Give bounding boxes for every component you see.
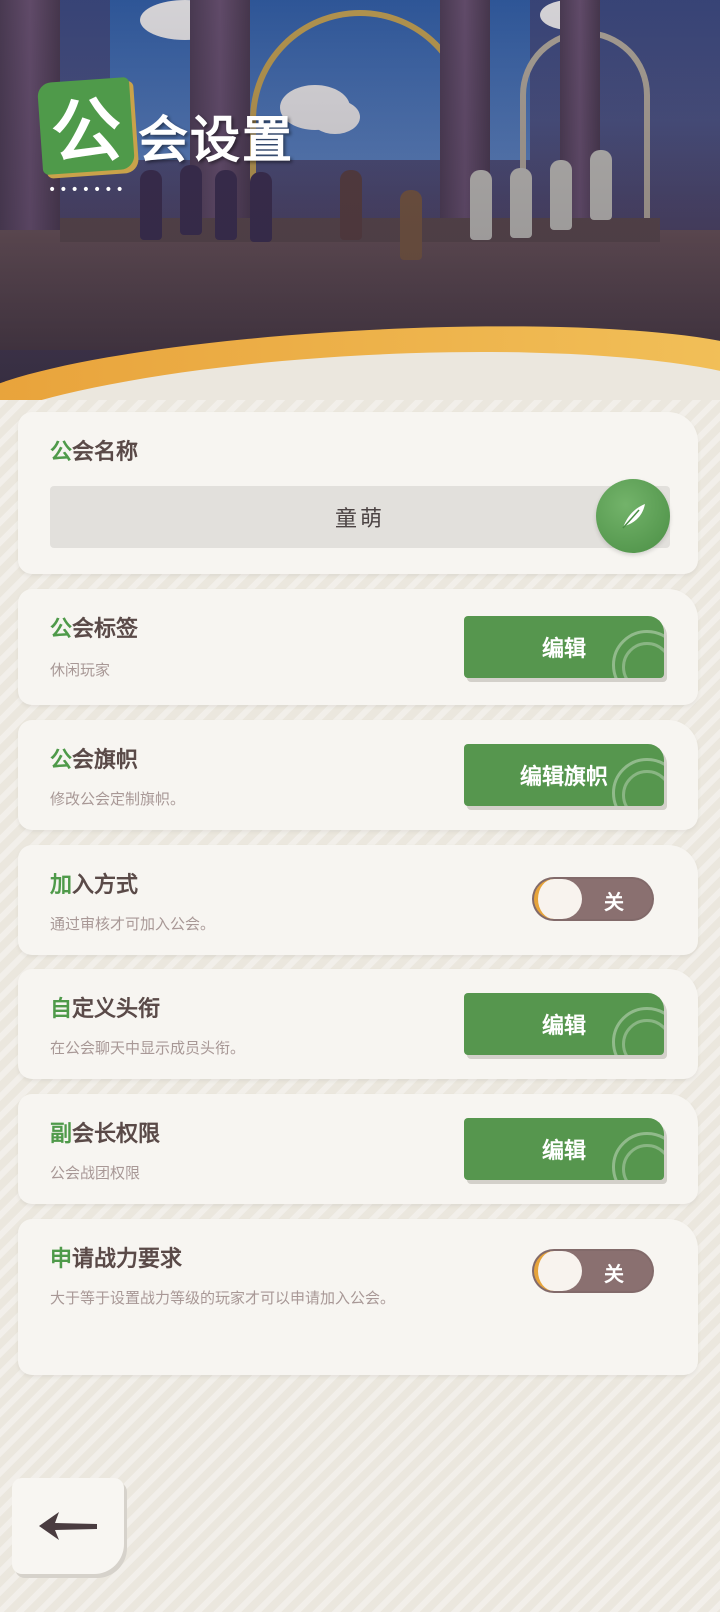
card-title: 申请战力要求 xyxy=(50,1247,183,1272)
guild-name-card: 公会名称 童萌 xyxy=(18,412,698,574)
edit-custom-title-button[interactable]: 编辑 xyxy=(464,993,664,1055)
edit-name-button[interactable] xyxy=(596,479,670,553)
back-arrow-icon xyxy=(39,1512,97,1540)
join-mode-toggle[interactable]: 关 xyxy=(532,877,654,921)
toggle-label: 关 xyxy=(604,890,624,914)
toggle-knob xyxy=(534,879,582,919)
custom-title-card: 自定义头衔 在公会聊天中显示成员头衔。 编辑 xyxy=(18,969,698,1079)
card-desc: 大于等于设置战力等级的玩家才可以申请加入公会。 xyxy=(50,1289,396,1307)
card-title: 公会旗帜 xyxy=(50,748,139,773)
card-desc: 休闲玩家 xyxy=(50,661,111,679)
edit-tag-button[interactable]: 编辑 xyxy=(464,616,664,678)
join-mode-card: 加入方式 通过审核才可加入公会。 关 xyxy=(18,845,698,955)
card-title: 副会长权限 xyxy=(50,1122,161,1147)
guild-banner-card: 公会旗帜 修改公会定制旗帜。 编辑旗帜 xyxy=(18,720,698,830)
page-title: 会设置 xyxy=(138,111,294,169)
title-first-char: 公 xyxy=(48,88,125,175)
guild-tag-card: 公会标签 休闲玩家 编辑 xyxy=(18,589,698,705)
edit-banner-button[interactable]: 编辑旗帜 xyxy=(464,744,664,806)
guild-name-field[interactable]: 童萌 xyxy=(50,486,670,548)
header-banner: 公 会设置 ••••••• xyxy=(0,0,720,400)
card-title: 公会标签 xyxy=(50,617,139,642)
toggle-label: 关 xyxy=(604,1262,624,1286)
title-badge: 公 xyxy=(36,76,136,176)
vice-permissions-card: 副会长权限 公会战团权限 编辑 xyxy=(18,1094,698,1204)
edit-vice-permissions-button[interactable]: 编辑 xyxy=(464,1118,664,1180)
card-desc: 公会战团权限 xyxy=(50,1164,141,1182)
card-desc: 在公会聊天中显示成员头衔。 xyxy=(50,1039,246,1057)
card-desc: 修改公会定制旗帜。 xyxy=(50,790,186,808)
title-dots: ••••••• xyxy=(48,182,127,198)
card-title: 加入方式 xyxy=(50,873,139,898)
power-requirement-toggle[interactable]: 关 xyxy=(532,1249,654,1293)
card-title: 公会名称 xyxy=(50,440,139,465)
toggle-knob xyxy=(534,1251,582,1291)
back-button[interactable] xyxy=(12,1478,124,1574)
card-desc: 通过审核才可加入公会。 xyxy=(50,915,216,933)
card-title: 自定义头衔 xyxy=(50,997,161,1022)
feather-icon xyxy=(622,504,645,529)
power-requirement-card: 申请战力要求 大于等于设置战力等级的玩家才可以申请加入公会。 关 xyxy=(18,1219,698,1375)
